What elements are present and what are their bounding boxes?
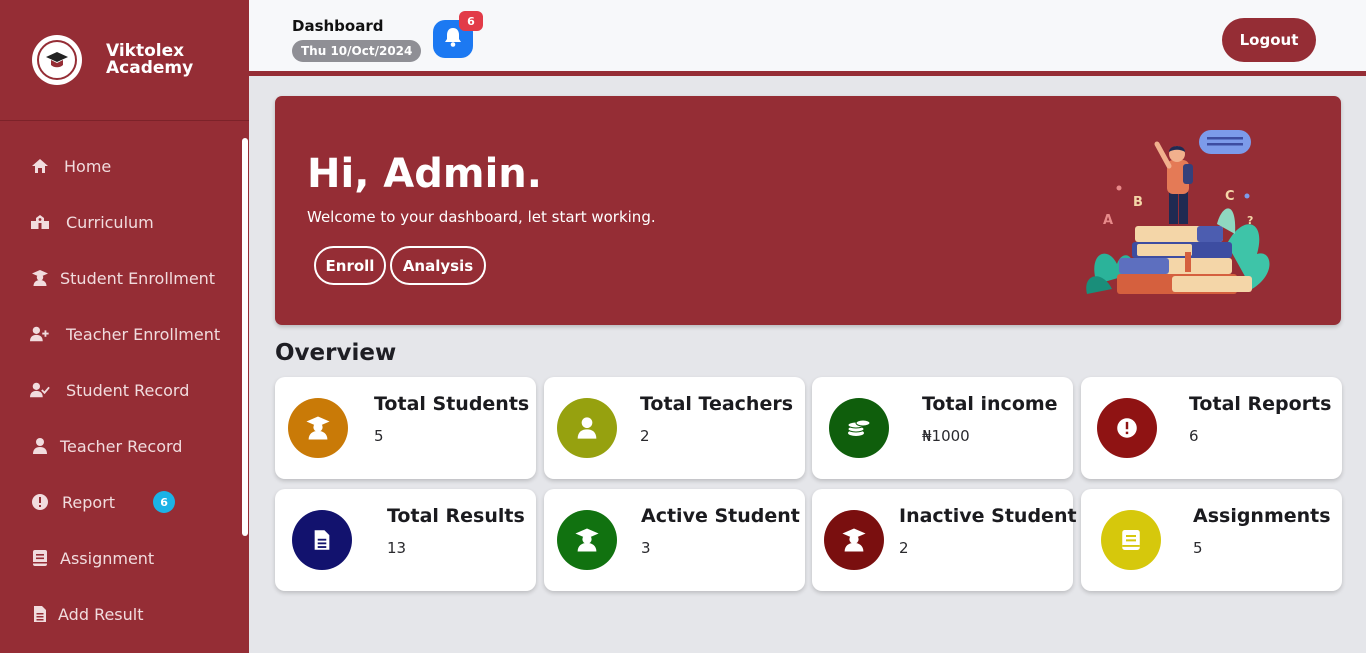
card-title: Total Results: [387, 505, 525, 527]
card-value: 5: [1193, 539, 1203, 557]
card-title: Total Students: [374, 393, 530, 415]
card-value: 3: [641, 539, 651, 557]
user-check-icon: [30, 380, 50, 400]
card-value: 5: [374, 427, 384, 445]
file-icon: [292, 510, 352, 570]
user-icon: [30, 436, 50, 456]
welcome-text: Welcome to your dashboard, let start wor…: [307, 208, 656, 226]
academy-logo: [32, 35, 82, 85]
card-title: Total Reports: [1189, 393, 1332, 415]
sidebar-item-teacher-enrollment[interactable]: Teacher Enrollment: [30, 316, 220, 352]
date-badge: Thu 10/Oct/2024: [292, 40, 422, 62]
sidebar-item-teacher-record[interactable]: Teacher Record: [30, 428, 182, 464]
card-title: Total Teachers: [640, 393, 794, 415]
sidebar-item-label: Home: [64, 156, 112, 176]
bell-icon: [444, 27, 462, 51]
home-icon: [30, 156, 50, 176]
sidebar-item-report[interactable]: Report 6: [30, 484, 176, 520]
exclamation-icon: [1097, 398, 1157, 458]
sidebar-item-label: Add Result: [58, 604, 144, 624]
sidebar-item-home[interactable]: Home: [30, 148, 111, 184]
card-value: 13: [387, 539, 407, 557]
sidebar-item-label: Assignment: [60, 548, 155, 568]
card-total-reports[interactable]: Total Reports 6: [1081, 377, 1342, 479]
exclamation-icon: [30, 492, 50, 512]
user-icon: [557, 398, 617, 458]
graduate-icon: [30, 268, 50, 288]
analysis-button[interactable]: Analysis: [390, 246, 486, 285]
card-total-income[interactable]: Total income ₦1000: [812, 377, 1073, 479]
card-total-results[interactable]: Total Results 13: [275, 489, 536, 591]
book-icon: [30, 548, 50, 568]
card-title: Inactive Student: [899, 505, 1077, 527]
user-plus-icon: [30, 324, 50, 344]
card-value: 6: [1189, 427, 1199, 445]
sidebar: Viktolex Academy Home Curriculum Student…: [0, 0, 249, 653]
svg-text:B: B: [1133, 195, 1143, 210]
coins-icon: [829, 398, 889, 458]
sidebar-item-label: Student Enrollment: [60, 268, 216, 288]
brand-line2: Academy: [106, 58, 194, 78]
logout-button[interactable]: Logout: [1222, 18, 1316, 62]
card-active-student[interactable]: Active Student 3: [544, 489, 805, 591]
brand-name: Viktolex Academy: [106, 43, 193, 77]
card-title: Total income: [922, 393, 1058, 415]
notification-count-badge: 6: [459, 11, 483, 31]
book-icon: [1101, 510, 1161, 570]
svg-text:A: A: [1103, 213, 1113, 228]
graduate-icon: [288, 398, 348, 458]
student-on-books-illustration: B A C ?: [1086, 130, 1270, 294]
card-assignments[interactable]: Assignments 5: [1081, 489, 1342, 591]
card-total-students[interactable]: Total Students 5: [275, 377, 536, 479]
page-title: Dashboard: [292, 17, 384, 35]
report-count-badge: 6: [153, 491, 176, 513]
sidebar-item-label: Report: [62, 492, 116, 512]
card-title: Active Student: [641, 505, 800, 527]
card-value: 2: [640, 427, 650, 445]
graduate-icon: [557, 510, 617, 570]
sidebar-item-label: Student Record: [66, 380, 190, 400]
sidebar-item-student-enrollment[interactable]: Student Enrollment: [30, 260, 215, 296]
svg-text:?: ?: [1247, 214, 1253, 227]
enroll-button[interactable]: Enroll: [314, 246, 386, 285]
school-icon: [30, 212, 50, 232]
graduate-icon: [824, 510, 884, 570]
sidebar-item-student-record[interactable]: Student Record: [30, 372, 189, 408]
sidebar-item-label: Curriculum: [66, 212, 154, 232]
card-title: Assignments: [1193, 505, 1331, 527]
sidebar-item-curriculum[interactable]: Curriculum: [30, 204, 154, 240]
sidebar-item-assignment[interactable]: Assignment: [30, 540, 154, 576]
sidebar-item-add-result[interactable]: Add Result: [30, 596, 144, 632]
card-value: ₦1000: [922, 427, 970, 445]
card-inactive-student[interactable]: Inactive Student 2: [812, 489, 1077, 591]
top-header: Dashboard Thu 10/Oct/2024 6 Logout: [249, 0, 1366, 76]
file-icon: [30, 604, 50, 624]
card-total-teachers[interactable]: Total Teachers 2: [544, 377, 805, 479]
svg-text:C: C: [1225, 189, 1235, 204]
overview-heading: Overview: [275, 340, 397, 366]
brand: Viktolex Academy: [0, 0, 249, 121]
card-value: 2: [899, 539, 909, 557]
sidebar-item-label: Teacher Enrollment: [66, 324, 221, 344]
welcome-banner: Hi, Admin. Welcome to your dashboard, le…: [275, 96, 1341, 325]
sidebar-scrollbar[interactable]: [242, 138, 248, 536]
sidebar-item-label: Teacher Record: [60, 436, 183, 456]
greeting-heading: Hi, Admin.: [307, 151, 542, 197]
